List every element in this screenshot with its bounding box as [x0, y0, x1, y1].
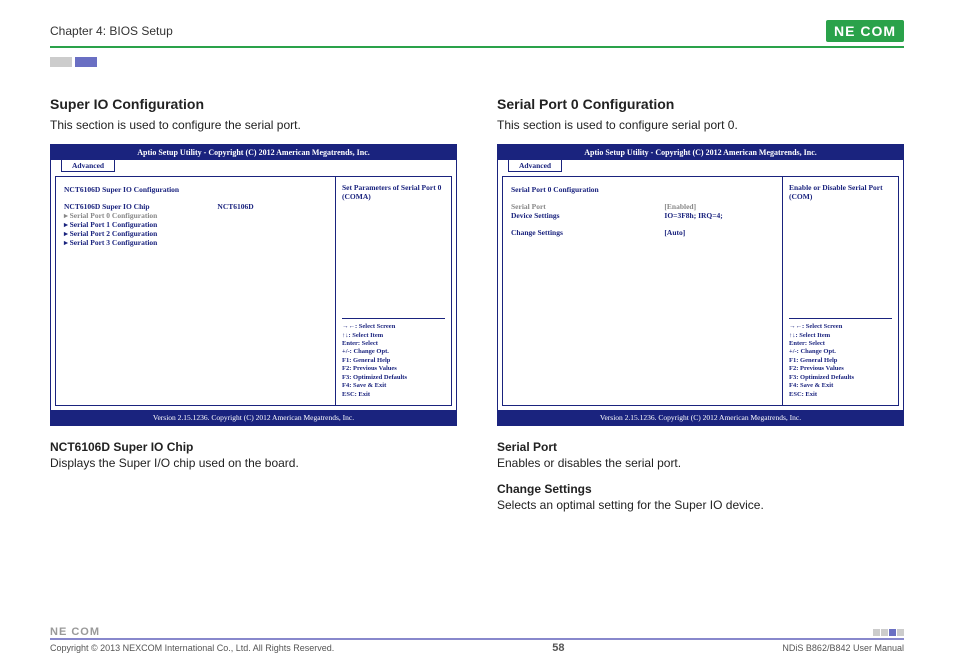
- bios-heading: NCT6106D Super IO Configuration: [64, 185, 327, 194]
- footer-logo: NE COM: [50, 626, 100, 638]
- bios-main-panel: NCT6106D Super IO Configuration NCT6106D…: [56, 177, 336, 405]
- bios-help-text: Enable or Disable Serial Port (COM): [789, 183, 892, 201]
- section-title: Serial Port 0 Configuration: [497, 96, 904, 112]
- header-ornament: [50, 54, 904, 72]
- bios-heading: Serial Port 0 Configuration: [511, 185, 774, 194]
- subsection-text: Displays the Super I/O chip used on the …: [50, 456, 457, 470]
- manual-name: NDiS B862/B842 User Manual: [782, 643, 904, 653]
- subsection-text: Enables or disables the serial port.: [497, 456, 904, 470]
- bios-key-help: →←: Select Screen ↑↓: Select Item Enter:…: [789, 318, 892, 399]
- page-footer: NE COM Copyright © 2013 NEXCOM Internati…: [50, 626, 904, 654]
- bios-footer: Version 2.15.1236. Copyright (C) 2012 Am…: [51, 410, 456, 425]
- bios-tab-advanced: Advanced: [508, 160, 562, 172]
- right-column: Serial Port 0 Configuration This section…: [497, 96, 904, 524]
- bios-title: Aptio Setup Utility - Copyright (C) 2012…: [51, 145, 456, 160]
- section-desc: This section is used to configure the se…: [50, 118, 457, 132]
- page-number: 58: [552, 642, 564, 654]
- bios-chip-value: NCT6106D: [217, 202, 327, 211]
- bios-menu-item: ▸ Serial Port 2 Configuration: [64, 229, 327, 238]
- copyright-text: Copyright © 2013 NEXCOM International Co…: [50, 643, 334, 653]
- bios-main-panel: Serial Port 0 Configuration Serial Port[…: [503, 177, 783, 405]
- left-column: Super IO Configuration This section is u…: [50, 96, 457, 524]
- bios-menu-item: ▸ Serial Port 0 Configuration: [64, 211, 327, 220]
- bios-footer: Version 2.15.1236. Copyright (C) 2012 Am…: [498, 410, 903, 425]
- subsection-heading: Change Settings: [497, 482, 904, 496]
- bios-menu-item: ▸ Serial Port 1 Configuration: [64, 220, 327, 229]
- subsection-heading: Serial Port: [497, 440, 904, 454]
- bios-title: Aptio Setup Utility - Copyright (C) 2012…: [498, 145, 903, 160]
- bios-menu-item: ▸ Serial Port 3 Configuration: [64, 238, 327, 247]
- nexcom-logo: NE COM: [826, 20, 904, 42]
- section-desc: This section is used to configure serial…: [497, 118, 904, 132]
- bios-screenshot-right: Aptio Setup Utility - Copyright (C) 2012…: [497, 144, 904, 426]
- chapter-title: Chapter 4: BIOS Setup: [50, 24, 173, 38]
- bios-screenshot-left: Aptio Setup Utility - Copyright (C) 2012…: [50, 144, 457, 426]
- section-title: Super IO Configuration: [50, 96, 457, 112]
- footer-ornament: [873, 629, 904, 636]
- bios-help-text: Set Parameters of Serial Port 0 (COMA): [342, 183, 445, 201]
- bios-chip-label: NCT6106D Super IO Chip: [64, 202, 217, 211]
- bios-key-help: →←: Select Screen ↑↓: Select Item Enter:…: [342, 318, 445, 399]
- bios-tab-advanced: Advanced: [61, 160, 115, 172]
- subsection-text: Selects an optimal setting for the Super…: [497, 498, 904, 512]
- subsection-heading: NCT6106D Super IO Chip: [50, 440, 457, 454]
- page-header: Chapter 4: BIOS Setup NE COM: [50, 20, 904, 48]
